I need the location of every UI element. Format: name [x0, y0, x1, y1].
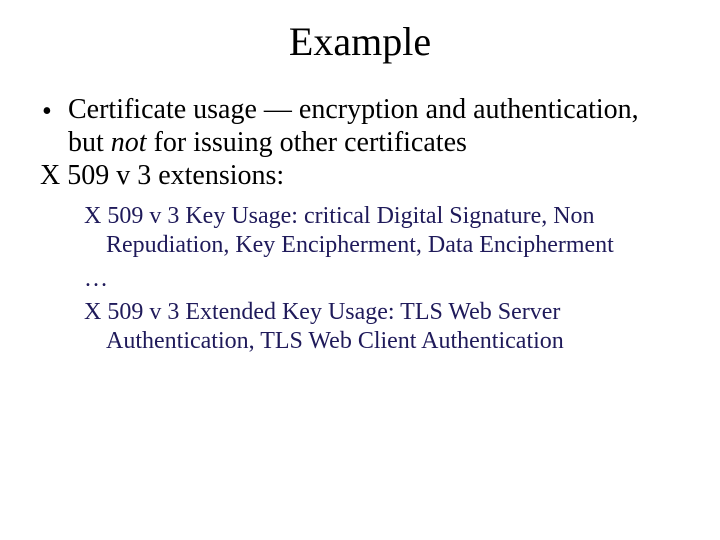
- bullet-text-post: for issuing other certificates: [147, 127, 467, 158]
- extensions-label: X 509 v 3 extensions:: [40, 159, 680, 192]
- bullet-text: Certificate usage — encryption and authe…: [68, 93, 680, 159]
- key-usage-line: X 509 v 3 Key Usage: critical Digital Si…: [84, 202, 680, 261]
- bullet-item: • Certificate usage — encryption and aut…: [40, 93, 680, 159]
- extensions-sub: X 509 v 3 Key Usage: critical Digital Si…: [84, 202, 680, 356]
- bullet-text-em: not: [111, 127, 147, 158]
- ellipsis-line: …: [84, 265, 680, 294]
- slide-body: • Certificate usage — encryption and aut…: [40, 93, 680, 356]
- slide-title: Example: [40, 18, 680, 65]
- bullet-mark: •: [40, 93, 68, 128]
- slide: Example • Certificate usage — encryption…: [0, 0, 720, 540]
- ext-key-usage-line: X 509 v 3 Extended Key Usage: TLS Web Se…: [84, 298, 680, 357]
